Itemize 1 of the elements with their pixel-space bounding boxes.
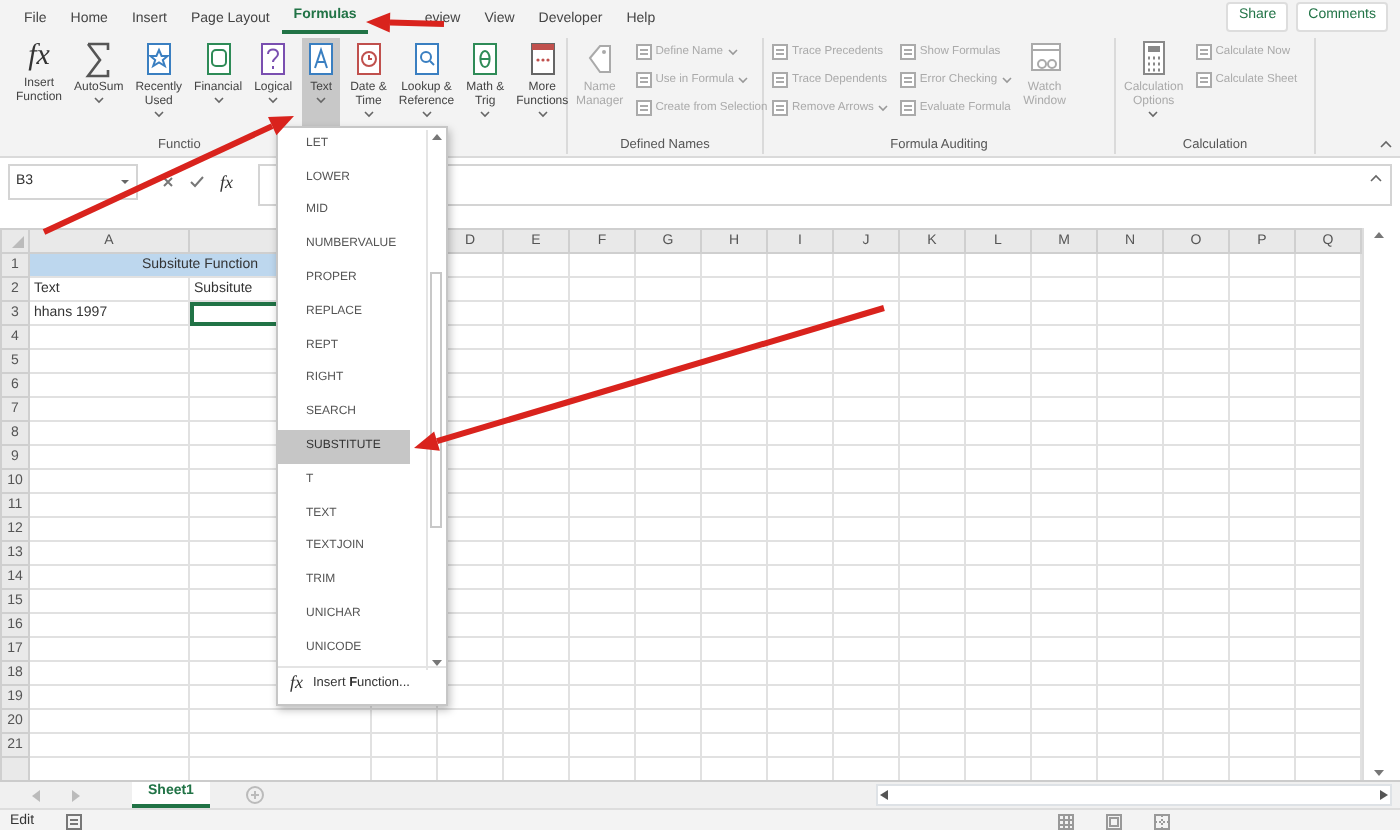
- function-icon: fx: [28, 40, 50, 74]
